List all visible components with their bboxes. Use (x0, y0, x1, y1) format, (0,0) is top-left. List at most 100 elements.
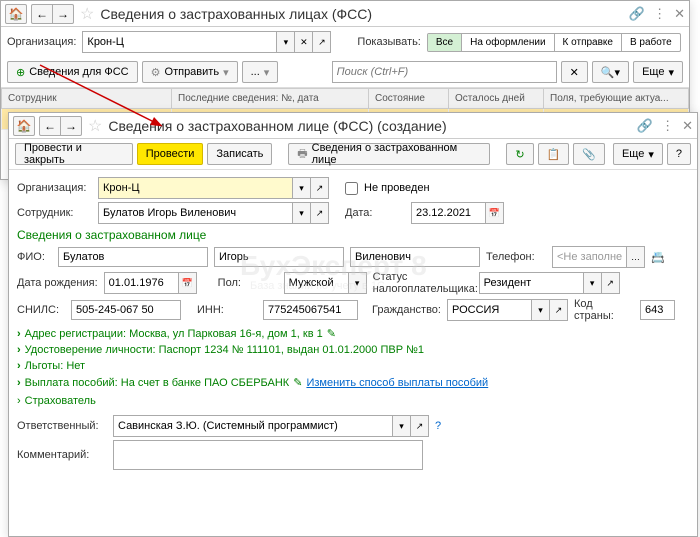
movements-button[interactable]: 📋 (538, 143, 570, 165)
filter-all[interactable]: Все (428, 34, 462, 51)
button-row-1: ⊕Сведения для ФСС ⚙Отправить▾ ...▾ ✕ 🔍▾ … (1, 57, 689, 88)
print-svedeniya-button[interactable]: 🖶Сведения о застрахованном лице (288, 143, 490, 165)
post-close-button[interactable]: Провести и закрыть (15, 143, 133, 165)
create-svedeniya-button[interactable]: ⊕Сведения для ФСС (7, 61, 138, 83)
open-icon[interactable]: ↗ (602, 272, 620, 294)
org-input-2[interactable] (98, 177, 293, 199)
attach-button[interactable]: 📎 (573, 143, 605, 165)
open-icon[interactable]: ↗ (311, 202, 329, 224)
filter-draft[interactable]: На оформлении (462, 34, 554, 51)
back-button-2[interactable]: ← (39, 116, 61, 136)
help-button[interactable]: ? (667, 143, 691, 165)
link-icon-2[interactable]: 🔗 (637, 118, 653, 134)
dropdown-icon[interactable]: ▾ (293, 177, 311, 199)
filter-work[interactable]: В работе (622, 34, 680, 51)
calendar-icon[interactable]: 📅 (486, 202, 504, 224)
open-icon[interactable]: ↗ (411, 415, 429, 437)
home-button-2[interactable]: 🏠 (13, 116, 35, 136)
open-icon[interactable]: ↗ (550, 299, 568, 321)
dropdown-icon[interactable]: ▾ (349, 272, 367, 294)
dropdown-icon[interactable]: ▾ (532, 299, 550, 321)
filter-send[interactable]: К отправке (555, 34, 622, 51)
phone-combo[interactable]: … (552, 246, 645, 268)
code-input[interactable] (640, 300, 675, 320)
change-payment-link[interactable]: Изменить способ выплаты пособий (306, 377, 488, 389)
section-insurer-title[interactable]: ›Страхователь (17, 395, 689, 407)
phone-input[interactable] (552, 246, 627, 268)
inn-input[interactable] (263, 300, 358, 320)
back-button[interactable]: ← (31, 4, 53, 24)
dropdown-icon[interactable]: ▾ (277, 31, 295, 53)
more-button[interactable]: ...▾ (242, 61, 279, 83)
patronymic-input[interactable] (350, 247, 480, 267)
send-button[interactable]: ⚙Отправить▾ (142, 61, 238, 83)
card-icon[interactable]: 📇 (651, 251, 665, 264)
edit-icon[interactable]: ✎ (293, 376, 302, 389)
eshe-button-1[interactable]: Еще▾ (633, 61, 683, 83)
citizen-label: Гражданство: (372, 304, 441, 316)
org-combo[interactable]: ▾ ✕ ↗ (82, 31, 331, 53)
pol-input[interactable] (284, 272, 349, 294)
save-button[interactable]: Записать (207, 143, 272, 165)
code-label: Код страны: (574, 298, 634, 322)
birth-input[interactable] (104, 272, 179, 294)
forward-button-2[interactable]: → (60, 116, 82, 136)
status-label: Статус налогоплательщика: (373, 271, 473, 295)
snils-input[interactable] (71, 300, 181, 320)
toolbar-1: Организация: ▾ ✕ ↗ Показывать: Все На оф… (1, 27, 689, 57)
section-insured-title: Сведения о застрахованном лице (17, 228, 689, 242)
sotr-combo[interactable]: ▾ ↗ (98, 202, 329, 224)
close-icon-2[interactable]: ✕ (682, 118, 693, 134)
status-input[interactable] (479, 272, 584, 294)
date-input[interactable] (411, 202, 486, 224)
post-button[interactable]: Провести (137, 143, 204, 165)
resp-label: Ответственный: (17, 420, 107, 432)
not-posted-checkbox[interactable] (345, 182, 358, 195)
menu-icon[interactable]: ⋮ (653, 6, 666, 22)
org-input[interactable] (82, 31, 277, 53)
search-input[interactable] (332, 61, 557, 83)
ellipsis-icon[interactable]: … (627, 246, 645, 268)
favorite-icon-2[interactable]: ☆ (86, 116, 104, 136)
search-button[interactable]: 🔍▾ (592, 61, 629, 83)
titlebar-2: 🏠 ← → ☆ Сведения о застрахованном лице (… (9, 113, 697, 139)
birth-label: Дата рождения: (17, 277, 98, 289)
col-state[interactable]: Состояние (369, 89, 449, 109)
refresh-button[interactable]: ↻ (506, 143, 533, 165)
calendar-icon[interactable]: 📅 (179, 272, 197, 294)
date-label: Дата: (345, 207, 405, 219)
name-input[interactable] (214, 247, 344, 267)
close-icon[interactable]: ✕ (674, 6, 685, 22)
edit-icon[interactable]: ✎ (327, 327, 336, 340)
surname-input[interactable] (58, 247, 208, 267)
col-last[interactable]: Последние сведения: №, дата (172, 89, 369, 109)
col-employee[interactable]: Сотрудник (2, 89, 172, 109)
dropdown-icon[interactable]: ▾ (393, 415, 411, 437)
eshe-button-2[interactable]: Еще▾ (613, 143, 663, 165)
address-line: ›Адрес регистрации: Москва, ул Парковая … (17, 325, 689, 342)
open-icon[interactable]: ↗ (313, 31, 331, 53)
citizen-input[interactable] (447, 299, 532, 321)
sotr-label: Сотрудник: (17, 207, 92, 219)
link-icon[interactable]: 🔗 (629, 6, 645, 22)
help-link[interactable]: ? (435, 420, 441, 432)
button-row-2: Провести и закрыть Провести Записать 🖶Св… (9, 139, 697, 170)
date-combo[interactable]: 📅 (411, 202, 504, 224)
home-button[interactable]: 🏠 (5, 4, 27, 24)
clear-search-button[interactable]: ✕ (561, 61, 588, 83)
payment-line: ›Выплата пособий: На счет в банке ПАО СБ… (17, 374, 689, 391)
comment-input[interactable] (113, 440, 423, 470)
resp-input[interactable] (113, 415, 393, 437)
org-combo-2[interactable]: ▾ ↗ (98, 177, 329, 199)
forward-button[interactable]: → (52, 4, 74, 24)
clear-icon[interactable]: ✕ (295, 31, 313, 53)
favorite-icon[interactable]: ☆ (78, 4, 96, 24)
dropdown-icon[interactable]: ▾ (293, 202, 311, 224)
col-fields[interactable]: Поля, требующие актуа... (544, 89, 689, 109)
menu-icon-2[interactable]: ⋮ (661, 118, 674, 134)
dropdown-icon[interactable]: ▾ (584, 272, 602, 294)
sotr-input[interactable] (98, 202, 293, 224)
col-days[interactable]: Осталось дней (449, 89, 544, 109)
org-label: Организация: (7, 36, 76, 48)
open-icon[interactable]: ↗ (311, 177, 329, 199)
